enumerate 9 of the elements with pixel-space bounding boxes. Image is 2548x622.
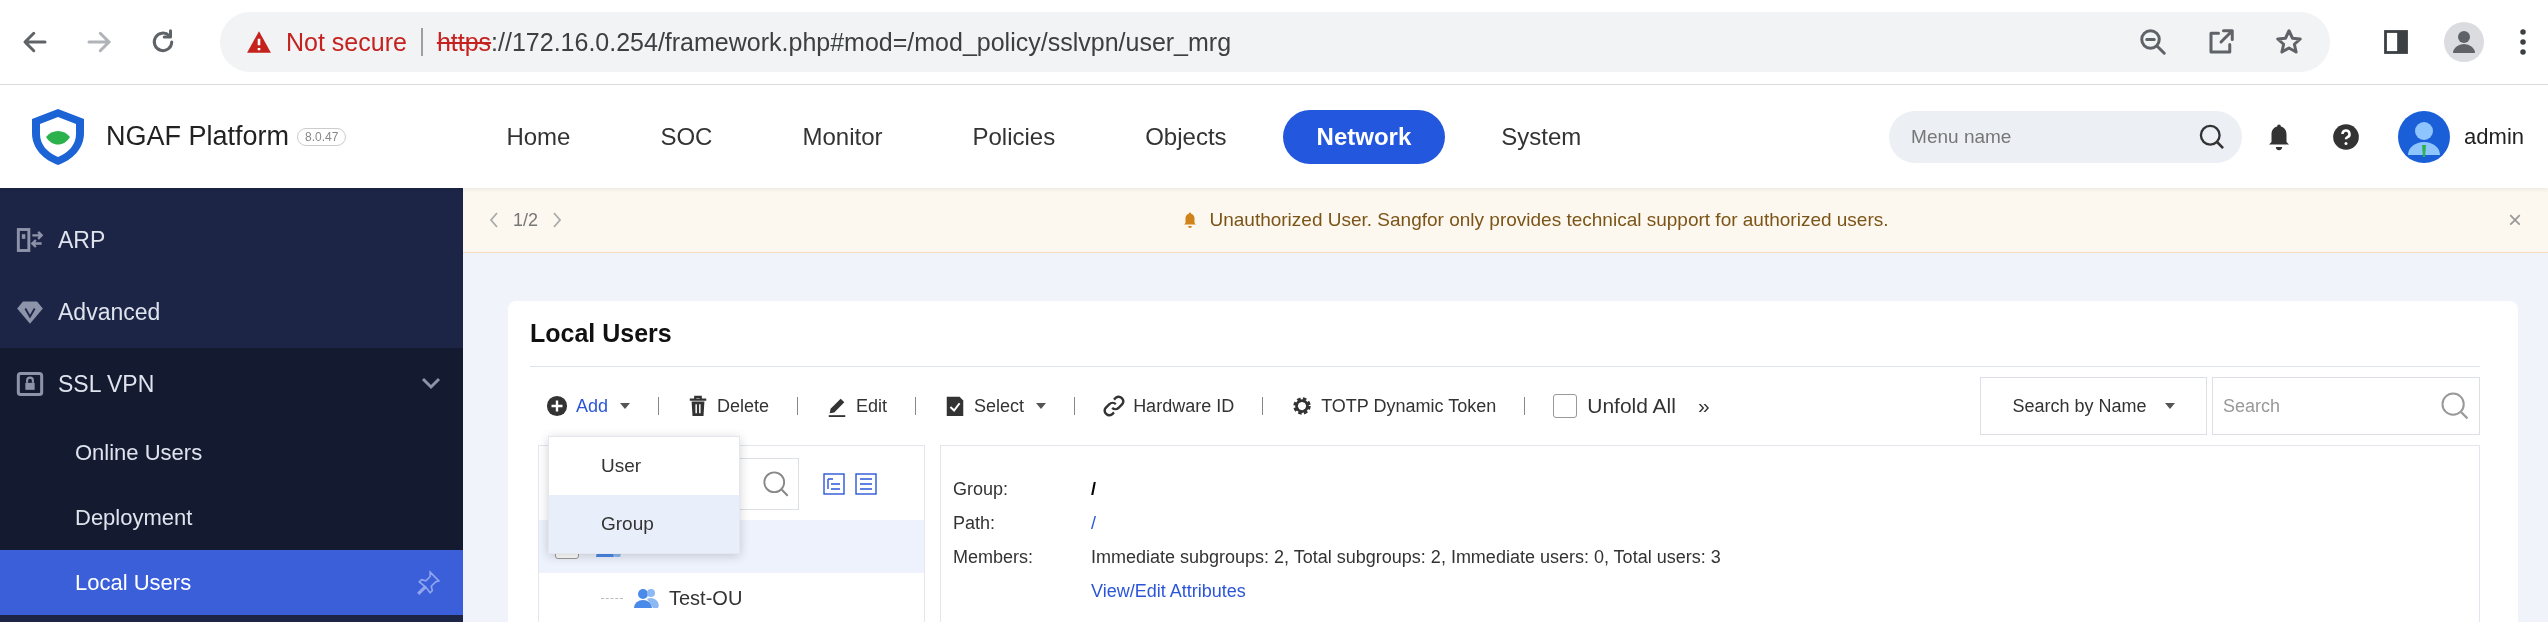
field-label: Members: bbox=[953, 546, 1034, 568]
field-label: Group: bbox=[953, 478, 1010, 500]
field-label: Path: bbox=[953, 512, 997, 534]
field-value: Immediate subgroups: 2, Total subgroups: 2, Immediate users: 0, Total users: 3 bbox=[1091, 546, 1722, 568]
pager-text: 1/2 bbox=[513, 209, 539, 231]
page-title: Local Users bbox=[530, 301, 2480, 367]
field-value: / bbox=[1091, 478, 1097, 500]
notice-message: Unauthorized User. Sangfor only provides technical support for authorized users. bbox=[1209, 209, 1889, 231]
product-name: NGAF Platform bbox=[106, 121, 290, 152]
